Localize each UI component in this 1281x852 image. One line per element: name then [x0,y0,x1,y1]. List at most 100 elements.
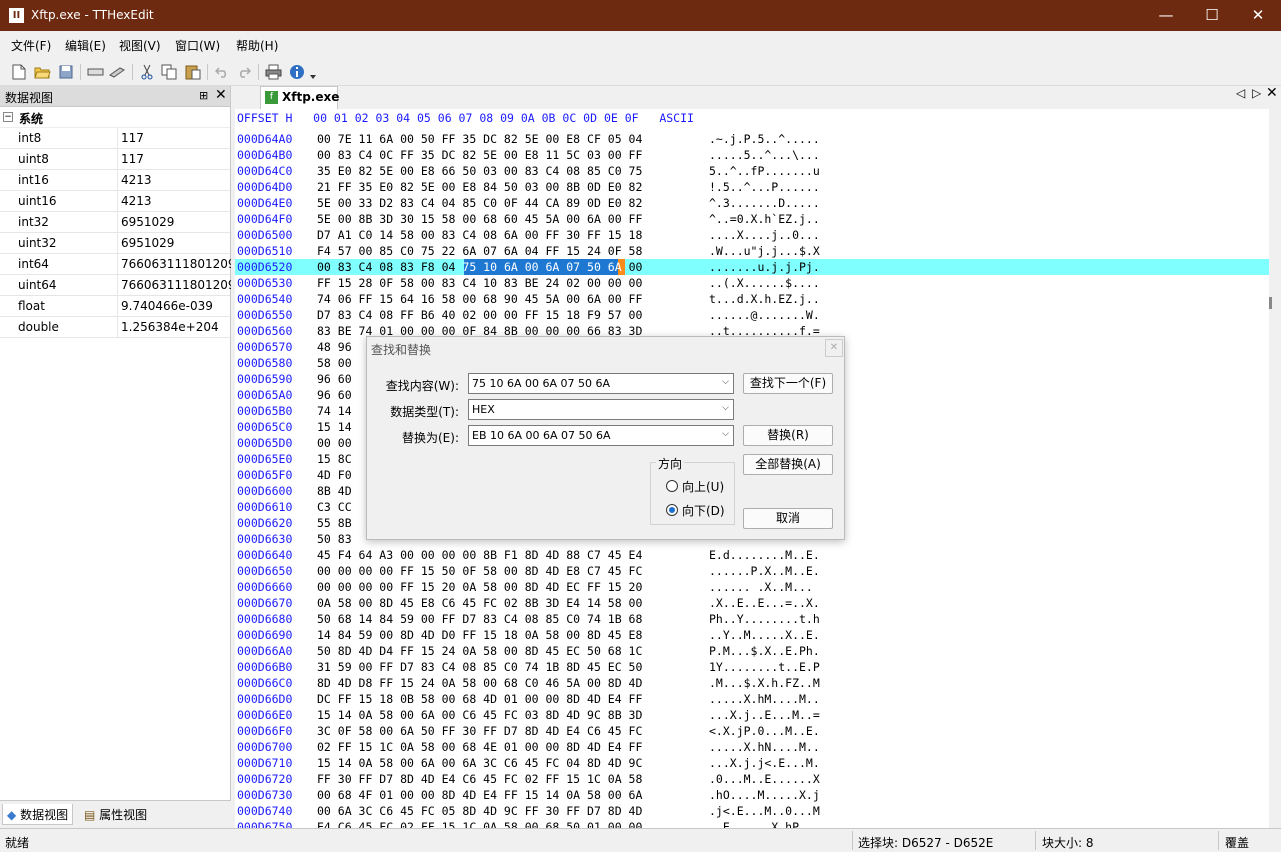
row-hex-bytes[interactable]: 00 6A 3C C6 45 FC 05 8D 4D 9C FF 30 FF D… [317,804,642,818]
prop-row-double[interactable]: double 1.256384e+204 [0,317,230,338]
info-icon[interactable] [288,63,306,81]
cancel-button[interactable]: 取消 [743,508,833,529]
row-hex-bytes[interactable]: D7 A1 C0 14 58 00 83 C4 08 6A 00 FF 30 F… [317,228,642,242]
new-file-icon[interactable] [10,63,28,81]
row-hex-bytes[interactable]: 14 84 59 00 8D 4D D0 FF 15 18 0A 58 00 8… [317,628,642,642]
hex-row[interactable]: 000D66F0 3C 0F 58 00 6A 50 FF 30 FF D7 8D… [235,723,1269,739]
row-ascii[interactable]: ^..=0.X.h`EZ.j.. [709,212,820,226]
row-hex-bytes[interactable]: 50 8D 4D D4 FF 15 24 0A 58 00 8D 45 EC 5… [317,644,642,658]
row-ascii[interactable]: !.5..^...P...... [709,180,820,194]
save-icon[interactable] [57,63,75,81]
row-hex-bytes[interactable]: DC FF 15 18 0B 58 00 68 4D 01 00 00 8D 4… [317,692,642,706]
prop-row-uint32[interactable]: uint32 6951029 [0,233,230,254]
row-ascii[interactable]: ......P.X..M..E. [709,564,820,578]
prop-row-int64[interactable]: int64 7660631118012092 [0,254,231,275]
radio-down-label[interactable]: 向下(D) [682,502,725,519]
dropdown-arrow-icon[interactable] [308,63,318,81]
prop-row-int16[interactable]: int16 4213 [0,170,230,191]
row-hex-bytes[interactable]: 15 14 [317,420,352,434]
row-hex-bytes[interactable]: 96 60 [317,388,352,402]
row-hex-bytes[interactable]: 4D F0 [317,468,352,482]
row-ascii[interactable]: ....X....j..0... [709,228,820,242]
hex-row[interactable]: 000D64D0 21 FF 35 E0 82 5E 00 E8 84 50 03… [235,179,1269,195]
hex-row[interactable]: 000D66E0 15 14 0A 58 00 6A 00 C6 45 FC 03… [235,707,1269,723]
hex-row[interactable]: 000D6710 15 14 0A 58 00 6A 00 6A 3C C6 45… [235,755,1269,771]
hex-row[interactable]: 000D6740 00 6A 3C C6 45 FC 05 8D 4D 9C FF… [235,803,1269,819]
row-ascii[interactable]: t...d.X.h.EZ.j.. [709,292,820,306]
row-hex-bytes[interactable]: 50 83 [317,532,352,546]
row-hex-bytes[interactable]: E4 C6 45 FC 02 FF 15 1C 0A 58 00 68 50 0… [317,820,642,828]
row-hex-bytes[interactable]: 00 00 00 00 FF 15 50 0F 58 00 8D 4D E8 C… [317,564,642,578]
row-ascii[interactable]: .hO....M.....X.j [709,788,820,802]
paste-icon[interactable] [184,63,202,81]
copy-icon[interactable] [160,63,178,81]
row-ascii[interactable]: ^.3.......D..... [709,196,820,210]
hex-row[interactable]: 000D6640 45 F4 64 A3 00 00 00 00 8B F1 8D… [235,547,1269,563]
row-ascii[interactable]: ...X.j..E...M..= [709,708,820,722]
prop-row-uint8[interactable]: uint8 117 [0,149,230,170]
row-hex-bytes[interactable]: 5E 00 8B 3D 30 15 58 00 68 60 45 5A 00 6… [317,212,642,226]
row-hex-bytes[interactable]: 5E 00 33 D2 83 C4 04 85 C0 0F 44 CA 89 0… [317,196,642,210]
row-hex-bytes[interactable]: 00 83 C4 0C FF 35 DC 82 5E 00 E8 11 5C 0… [317,148,642,162]
hex-row[interactable]: 000D64E0 5E 00 33 D2 83 C4 04 85 C0 0F 44… [235,195,1269,211]
row-hex-bytes[interactable]: 15 8C [317,452,352,466]
hex-row[interactable]: 000D66D0 DC FF 15 18 0B 58 00 68 4D 01 00… [235,691,1269,707]
row-hex-bytes[interactable]: 8B 4D [317,484,352,498]
row-hex-bytes[interactable]: 74 14 [317,404,352,418]
row-hex-bytes[interactable]: 58 00 [317,356,352,370]
panel-close-icon[interactable]: ✕ [215,87,227,103]
row-ascii[interactable]: .0...M..E......X [709,772,820,786]
insert-mode-icon[interactable] [108,63,126,81]
row-ascii[interactable]: ..E......X.hP... [709,820,820,828]
replace-input[interactable]: EB 10 6A 00 6A 07 50 6A ⌵ [468,425,734,446]
tab-properties-view[interactable]: ▤ 属性视图 [80,804,151,825]
prop-row-int32[interactable]: int32 6951029 [0,212,230,233]
row-hex-bytes[interactable]: 00 83 C4 08 83 F8 04 75 10 6A 00 6A 07 5… [317,260,642,274]
hex-row[interactable]: 000D64B0 00 83 C4 0C FF 35 DC 82 5E 00 E8… [235,147,1269,163]
hex-row[interactable]: 000D64F0 5E 00 8B 3D 30 15 58 00 68 60 45… [235,211,1269,227]
row-ascii[interactable]: .....5..^...\... [709,148,820,162]
menu-view[interactable]: 视图(V) [119,37,161,54]
prop-row-float[interactable]: float 9.740466e-039 [0,296,230,317]
hex-row[interactable]: 000D6510 F4 57 00 85 C0 75 22 6A 07 6A 04… [235,243,1269,259]
hex-row[interactable]: 000D66B0 31 59 00 FF D7 83 C4 08 85 C0 74… [235,659,1269,675]
row-ascii[interactable]: .W...u"j.j...$.X [709,244,820,258]
hex-row[interactable]: 000D6660 00 00 00 00 FF 15 20 0A 58 00 8D… [235,579,1269,595]
group-system[interactable]: − 系统 [0,107,230,128]
hex-row[interactable]: 000D6670 0A 58 00 8D 45 E8 C6 45 FC 02 8B… [235,595,1269,611]
find-input[interactable]: 75 10 6A 00 6A 07 50 6A ⌵ [468,373,734,394]
menu-window[interactable]: 窗口(W) [175,37,220,54]
row-hex-bytes[interactable]: 00 7E 11 6A 00 50 FF 35 DC 82 5E 00 E8 C… [317,132,642,146]
row-ascii[interactable]: ......@.......W. [709,308,820,322]
close-document-icon[interactable]: ✕ [1266,85,1278,101]
row-hex-bytes[interactable]: 15 14 0A 58 00 6A 00 C6 45 FC 03 8D 4D 9… [317,708,642,722]
row-ascii[interactable]: .....X.hN....M.. [709,740,820,754]
row-hex-bytes[interactable]: C3 CC [317,500,352,514]
prop-row-int8[interactable]: int8 117 [0,128,230,149]
tab-data-view[interactable]: ◆ 数据视图 [2,804,74,825]
redo-icon[interactable] [235,63,253,81]
row-ascii[interactable]: ...... .X..M... [709,580,820,594]
read-only-icon[interactable] [86,63,104,81]
row-ascii[interactable]: <.X.jP.0...M..E. [709,724,820,738]
row-hex-bytes[interactable]: D7 83 C4 08 FF B6 40 02 00 00 FF 15 18 F… [317,308,642,322]
hex-row[interactable]: 000D6720 FF 30 FF D7 8D 4D E4 C6 45 FC 02… [235,771,1269,787]
open-folder-icon[interactable] [33,63,51,81]
row-hex-bytes[interactable]: 48 96 [317,340,352,354]
vertical-scrollbar[interactable] [1269,109,1281,828]
prop-row-uint64[interactable]: uint64 7660631118012092 [0,275,231,296]
row-hex-bytes[interactable]: 45 F4 64 A3 00 00 00 00 8B F1 8D 4D 88 C… [317,548,642,562]
row-hex-bytes[interactable]: 00 00 00 00 FF 15 20 0A 58 00 8D 4D EC F… [317,580,642,594]
maximize-button[interactable]: ☐ [1189,0,1235,31]
tab-xftp-exe[interactable]: f Xftp.exe [260,86,339,109]
row-hex-bytes[interactable]: 8D 4D D8 FF 15 24 0A 58 00 68 C0 46 5A 0… [317,676,642,690]
row-hex-bytes[interactable]: 00 00 [317,436,352,450]
row-ascii[interactable]: .M...$.X.h.FZ..M [709,676,820,690]
row-hex-bytes[interactable]: 00 68 4F 01 00 00 8D 4D E4 FF 15 14 0A 5… [317,788,642,802]
row-hex-bytes[interactable]: 55 8B [317,516,352,530]
row-hex-bytes[interactable]: 02 FF 15 1C 0A 58 00 68 4E 01 00 00 8D 4… [317,740,642,754]
row-ascii[interactable]: Ph..Y........t.h [709,612,820,626]
hex-row[interactable]: 000D66C0 8D 4D D8 FF 15 24 0A 58 00 68 C0… [235,675,1269,691]
row-ascii[interactable]: .X..E..E...=..X. [709,596,820,610]
row-hex-bytes[interactable]: 74 06 FF 15 64 16 58 00 68 90 45 5A 00 6… [317,292,642,306]
